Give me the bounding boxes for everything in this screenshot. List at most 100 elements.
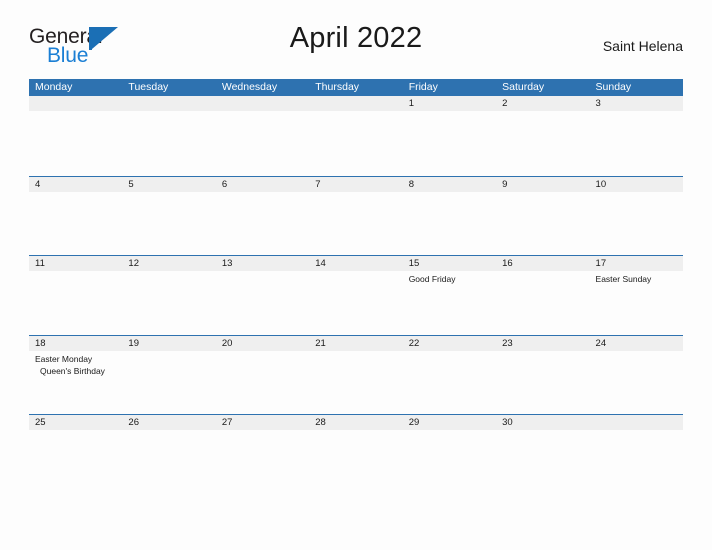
day-number[interactable]: 30 — [496, 415, 589, 430]
day-events-cell — [122, 271, 215, 334]
day-events-cell — [403, 111, 496, 174]
day-events-cell — [496, 192, 589, 255]
weekday-header-sunday: Sunday — [595, 81, 632, 93]
day-number[interactable]: 17 — [590, 256, 683, 271]
day-events-cell — [122, 192, 215, 255]
calendar-page: General Blue April 2022 Saint Helena Mon… — [0, 0, 712, 550]
day-number-empty — [122, 96, 215, 111]
day-events-cell — [29, 192, 122, 255]
day-number[interactable]: 26 — [122, 415, 215, 430]
holiday-label: Easter Monday — [35, 353, 93, 364]
day-number[interactable]: 22 — [403, 336, 496, 351]
day-number-empty — [309, 96, 402, 111]
day-number[interactable]: 23 — [496, 336, 589, 351]
day-number[interactable]: 7 — [309, 177, 402, 192]
day-events-cell — [496, 271, 589, 334]
calendar-week-row: 4 5 6 7 8 9 10 — [29, 175, 683, 255]
week-event-strip: Good Friday Easter Sunday — [29, 271, 683, 334]
day-events-cell — [216, 430, 309, 493]
page-title: April 2022 — [289, 22, 423, 54]
week-date-strip: 11 12 13 14 15 16 17 — [29, 256, 683, 271]
day-events-cell — [590, 351, 683, 414]
day-events-cell — [403, 192, 496, 255]
week-date-strip: 123 — [29, 96, 683, 111]
calendar-week-row: 123 — [29, 96, 683, 176]
day-number[interactable]: 14 — [309, 256, 402, 271]
week-event-strip — [29, 430, 683, 493]
holiday-label: Easter Sunday — [595, 274, 652, 284]
location-label: Saint Helena — [602, 38, 683, 54]
day-events-cell — [403, 351, 496, 414]
week-date-strip: 4 5 6 7 8 9 10 — [29, 176, 683, 192]
day-events-cell — [309, 430, 402, 493]
page-header: General Blue April 2022 Saint Helena — [29, 22, 683, 70]
day-events-cell[interactable]: Easter Sunday — [590, 271, 683, 334]
weekday-header-wednesday: Wednesday — [221, 81, 278, 93]
week-event-strip — [29, 111, 683, 174]
week-event-strip: Easter Monday Queen's Birthday — [29, 351, 683, 414]
day-number[interactable]: 2 — [496, 96, 589, 111]
day-events-cell — [496, 351, 589, 414]
day-events-cell[interactable]: Good Friday — [403, 271, 496, 334]
week-event-strip — [29, 192, 683, 255]
day-number[interactable]: 3 — [590, 96, 683, 111]
day-events-cell — [122, 351, 215, 414]
day-events-cell — [590, 430, 683, 493]
day-number[interactable]: 11 — [29, 256, 122, 271]
day-number-empty — [216, 96, 309, 111]
day-number[interactable]: 15 — [403, 256, 496, 271]
holiday-label: Queen's Birthday — [40, 365, 105, 376]
day-number[interactable]: 16 — [496, 256, 589, 271]
day-number-empty — [29, 96, 122, 111]
day-events-cell — [216, 351, 309, 414]
holiday-label: Good Friday — [408, 274, 456, 284]
day-number[interactable]: 4 — [29, 177, 122, 192]
day-events-cell — [496, 111, 589, 174]
calendar-week-row: 18 19 20 21 22 23 24 Easter Monday Queen's Birth… — [29, 334, 683, 414]
day-number[interactable]: 27 — [216, 415, 309, 430]
day-number[interactable]: 10 — [590, 177, 683, 192]
day-events-cell[interactable]: Easter Monday Queen's Birthday — [29, 351, 122, 414]
day-number[interactable]: 28 — [309, 415, 402, 430]
day-number[interactable]: 19 — [122, 336, 215, 351]
day-events-cell — [403, 430, 496, 493]
day-number[interactable]: 24 — [590, 336, 683, 351]
weekday-header-saturday: Saturday — [502, 81, 545, 93]
day-events-cell — [216, 271, 309, 334]
weekday-header-row: Monday Tuesday Wednesday Thursday Friday… — [29, 79, 683, 96]
calendar-weeks: 1 2 3 4 5 6 7 8 9 10 11 12 13 14 15 16 17 Good Friday East… — [29, 96, 683, 494]
day-number[interactable]: 21 — [309, 336, 402, 351]
weekday-header-thursday: Thursday — [315, 81, 360, 93]
calendar-week-row: 25 26 27 28 29 30 — [29, 414, 683, 494]
day-events-cell — [309, 271, 402, 334]
day-number[interactable]: 29 — [403, 415, 496, 430]
day-events-cell — [122, 430, 215, 493]
day-events-cell — [29, 111, 122, 174]
weekday-header-friday: Friday — [408, 81, 438, 93]
day-events-cell — [309, 351, 402, 414]
day-number[interactable]: 18 — [29, 336, 122, 351]
day-number[interactable]: 6 — [216, 177, 309, 192]
day-events-cell — [590, 192, 683, 255]
day-number[interactable]: 25 — [29, 415, 122, 430]
week-date-strip: 18 19 20 21 22 23 24 — [29, 335, 683, 351]
day-number[interactable]: 20 — [216, 336, 309, 351]
day-events-cell — [309, 111, 402, 174]
day-number[interactable]: 12 — [122, 256, 215, 271]
week-date-strip: 25 26 27 28 29 30 — [29, 415, 683, 430]
day-number-empty — [590, 415, 683, 430]
day-number[interactable]: 13 — [216, 256, 309, 271]
day-events-cell — [590, 111, 683, 174]
calendar-grid: Monday Tuesday Wednesday Thursday Friday… — [29, 79, 683, 494]
weekday-header-monday: Monday — [35, 81, 73, 93]
day-number[interactable]: 9 — [496, 177, 589, 192]
day-number[interactable]: 1 — [403, 96, 496, 111]
day-number[interactable]: 8 — [403, 177, 496, 192]
weekday-header-tuesday: Tuesday — [128, 81, 169, 93]
day-events-cell — [309, 192, 402, 255]
day-events-cell — [216, 192, 309, 255]
calendar-week-row: 11 12 13 14 15 16 17 Good Friday Easter Sunday — [29, 255, 683, 335]
day-events-cell — [29, 271, 122, 334]
day-events-cell — [216, 111, 309, 174]
day-number[interactable]: 5 — [122, 177, 215, 192]
